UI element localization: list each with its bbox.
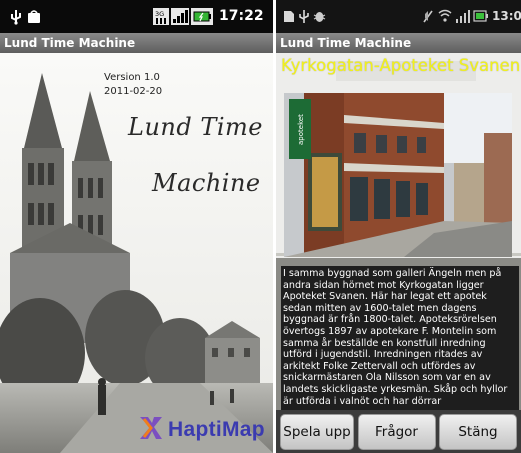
place-description: I samma byggnad som galleri Ängeln men p… bbox=[281, 266, 519, 410]
bag-icon bbox=[27, 9, 41, 24]
script-title-line2: Machine bbox=[152, 169, 261, 197]
app-title-bar: Lund Time Machine bbox=[0, 33, 273, 53]
haptimap-logo-text: HaptiMap bbox=[168, 418, 265, 441]
app-title-bar: Lund Time Machine bbox=[276, 33, 521, 53]
place-title: Kyrkogatan-Apoteket Svanen bbox=[281, 56, 521, 75]
release-date: 2011-02-20 bbox=[104, 86, 163, 97]
status-bar: 13:00 bbox=[276, 0, 521, 33]
usb-icon bbox=[298, 9, 310, 24]
signal-strength-icon bbox=[455, 9, 471, 23]
play-button[interactable]: Spela upp bbox=[280, 413, 354, 450]
debug-icon bbox=[313, 10, 326, 23]
battery-icon bbox=[473, 9, 489, 23]
place-photo[interactable]: apoteket bbox=[284, 93, 512, 257]
action-button-bar: Spela upp Frågor Stäng bbox=[276, 410, 521, 453]
status-bar: 3G 17:22 bbox=[0, 0, 273, 33]
version-info: Version 1.0 2011-02-20 bbox=[104, 71, 162, 99]
status-time: 13:00 bbox=[492, 9, 521, 23]
usb-icon bbox=[9, 9, 23, 25]
version-label: Version 1.0 bbox=[104, 72, 160, 83]
signal-strength-icon bbox=[171, 8, 189, 25]
script-title-line1: Lund Time bbox=[128, 113, 263, 141]
haptimap-logo-icon bbox=[138, 415, 164, 445]
place-description-text: I samma byggnad som galleri Ängeln men p… bbox=[283, 268, 508, 407]
right-phone-screen: 13:00 Lund Time Machine Kyrkogatan-Apote… bbox=[276, 0, 521, 453]
battery-icon bbox=[191, 8, 213, 25]
wifi-icon bbox=[438, 9, 452, 22]
street-photo: apoteket bbox=[284, 93, 512, 257]
no-sound-icon bbox=[422, 9, 434, 24]
questions-button[interactable]: Frågor bbox=[357, 413, 436, 450]
shop-sign-text: apoteket bbox=[297, 114, 305, 145]
svg-text:3G: 3G bbox=[155, 10, 164, 18]
place-detail-view: Kyrkogatan-Apoteket Svanen apoteket I sa… bbox=[276, 53, 521, 453]
close-button[interactable]: Stäng bbox=[439, 413, 517, 450]
left-phone-screen: 3G 17:22 Lund Time Machine Version 1.0 2… bbox=[0, 0, 273, 453]
app-title: Lund Time Machine bbox=[4, 36, 136, 50]
splash-screen[interactable]: Version 1.0 2011-02-20 Lund Time Machine… bbox=[0, 53, 273, 453]
sd-card-icon bbox=[283, 10, 295, 23]
haptimap-logo: HaptiMap bbox=[138, 415, 265, 445]
network-3g-icon: 3G bbox=[153, 8, 169, 25]
status-time: 17:22 bbox=[219, 8, 264, 24]
app-title: Lund Time Machine bbox=[280, 36, 412, 50]
